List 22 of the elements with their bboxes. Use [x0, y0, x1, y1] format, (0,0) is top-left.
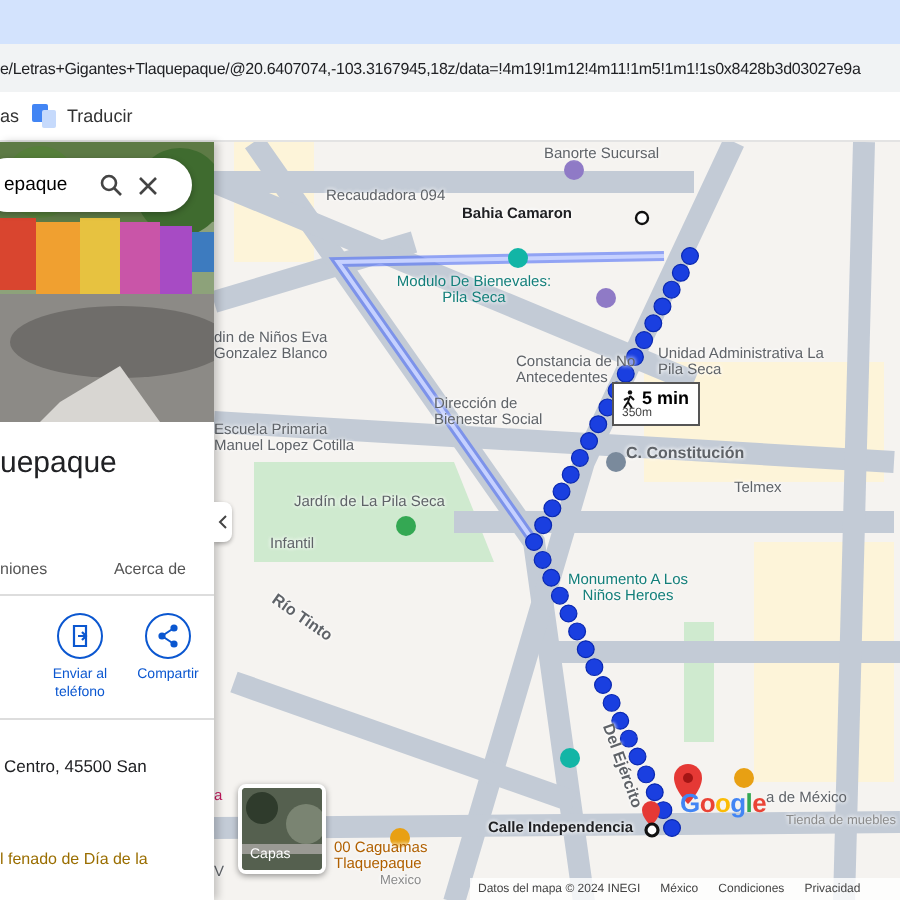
street-label: Del Ejército [597, 722, 648, 815]
place-tab[interactable]: niones [0, 560, 48, 578]
place-title: uepaque [0, 446, 119, 480]
collapse-panel-button[interactable] [214, 502, 232, 542]
place-tab[interactable]: Acerca de [113, 560, 186, 578]
search-field[interactable]: epaque [4, 174, 84, 196]
start-marker [634, 210, 650, 226]
translate-icon[interactable] [31, 104, 56, 128]
address-text: Centro, 45500 San [4, 756, 149, 777]
walking-person-icon [622, 389, 636, 407]
end-marker [644, 822, 660, 838]
holiday-notice: l fenado de Día de la [0, 850, 150, 869]
chevron-left-icon [218, 514, 228, 530]
street-label: C. Constitución [626, 446, 747, 464]
search-icon[interactable] [100, 174, 122, 196]
close-icon[interactable] [138, 175, 158, 195]
bookmark[interactable]: Traducir [67, 106, 133, 126]
phone-icon [56, 612, 104, 660]
share-icon [144, 612, 192, 660]
location-pin [642, 801, 660, 826]
google-logo: Google [680, 788, 767, 818]
bookmark[interactable]: as [0, 106, 20, 126]
